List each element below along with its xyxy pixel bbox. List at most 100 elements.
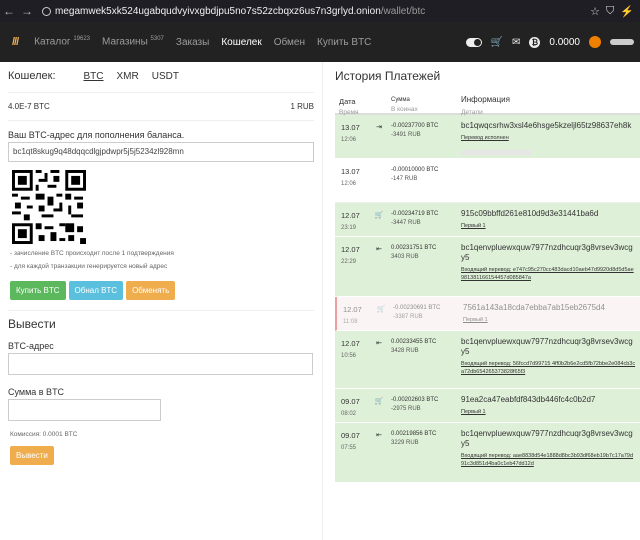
row-info: bc1qenvpluewxquw7977nzdhcuqr3g8vrsev3wcg…: [461, 243, 633, 262]
withdraw-section: Вывести BTC-адрес Сумма в BTC Комиссия: …: [8, 310, 314, 465]
withdraw-address-input[interactable]: [8, 353, 313, 375]
row-type-icon: ⇤: [376, 340, 382, 347]
site-logo[interactable]: ///: [12, 36, 19, 48]
row-date: 09.07: [341, 431, 360, 440]
withdraw-button[interactable]: Вывести: [10, 446, 54, 465]
withdraw-amount-input[interactable]: [8, 399, 161, 421]
col-sum: Сумма: [391, 97, 410, 103]
tab-btc[interactable]: BTC: [84, 71, 104, 82]
row-amount-btc: -0.00230691 BTC: [393, 305, 441, 311]
row-amount-btc: -0.00010000 BTC: [391, 167, 439, 173]
exchange-rate-row: 4.0E-7 BTC 1 RUB: [8, 92, 314, 120]
nav-wallet[interactable]: Кошелек: [221, 37, 261, 48]
star-icon[interactable]: ☆: [590, 5, 600, 18]
nav-shops[interactable]: Магазины 5307: [102, 36, 164, 47]
table-row[interactable]: 09.07 08:02 🛒 -0.00202603 BTC -2975 RUB 91ea2…: [335, 389, 640, 423]
url-path: /wallet/btc: [380, 5, 426, 17]
table-row[interactable]: 12.07 22:29 ⇤ 0.00231751 BTC 3403 RUB bc1qenv…: [335, 237, 640, 297]
row-time: 22:29: [341, 259, 357, 265]
row-detail: Входящий перевод: aae8838d54e1888d8bc3b9…: [461, 453, 634, 467]
table-row[interactable]: 09.07 07:55 ⇤ 0.00219856 BTC 3229 RUB bc1qenv…: [335, 423, 640, 483]
qr-code: [12, 170, 86, 244]
row-amount-btc: 0.00233455 BTC: [391, 339, 437, 345]
note-confirmation: - зачисление BTC происходит после 1 подт…: [10, 250, 174, 257]
history-panel: История Платежей Дата Время Сумма В коинах…: [322, 62, 640, 540]
nav-exchange[interactable]: Обмен: [274, 37, 305, 48]
row-date: 09.07: [341, 397, 360, 406]
row-amount-btc: 0.00231751 BTC: [391, 245, 437, 251]
history-table-header: Дата Время Сумма В коинах Информация Детали: [335, 87, 640, 116]
nav-orders[interactable]: Заказы: [176, 37, 209, 48]
row-date: 13.07: [341, 123, 360, 132]
row-type-icon: 🛒: [374, 398, 384, 405]
row-amount-rub: 3428 RUB: [391, 348, 419, 354]
row-time: 08:02: [341, 411, 357, 417]
bitcoin-icon: ₿: [529, 36, 541, 48]
balance-value: 0.0000: [549, 36, 580, 48]
cashout-btc-button[interactable]: Обнал BTC: [68, 281, 124, 300]
row-detail: Входящий перевод: e747c95c270cc483dacd10…: [461, 267, 634, 281]
rate-btc: 4.0E-7 BTC: [8, 102, 50, 111]
row-date: 13.07: [341, 167, 360, 176]
cart-icon[interactable]: 🛒: [491, 37, 503, 48]
table-row[interactable]: 12.07 11:08 🛒 -0.00230691 BTC -3387 RUB 7561a…: [335, 297, 640, 331]
history-title: История Платежей: [335, 69, 441, 83]
row-type-icon: [371, 159, 387, 202]
tab-usdt[interactable]: USDT: [152, 71, 179, 82]
row-amount-rub: 3403 RUB: [391, 254, 419, 260]
wallet-title: Кошелек:: [8, 70, 56, 82]
row-info: 915c09bbffd261e810d9d3e31441ba6d: [461, 209, 599, 218]
row-date: 12.07: [341, 339, 360, 348]
table-row[interactable]: 12.07 23:19 🛒 -0.00234719 BTC -3447 RUB 915c0…: [335, 203, 640, 237]
table-row[interactable]: 12.07 10:56 ⇤ 0.00233455 BTC 3428 RUB bc1qenv…: [335, 331, 640, 389]
table-row[interactable]: 13.07 12:06 ⇥ -0.00237700 BTC -3491 RUB bc1qw…: [335, 115, 640, 159]
row-time: 10:56: [341, 353, 357, 359]
exchange-button[interactable]: Обменять: [126, 281, 176, 300]
row-amount-rub: -2975 RUB: [391, 406, 421, 412]
withdraw-amount-label: Сумма в BTC: [8, 387, 65, 397]
row-amount-btc: 0.00219856 BTC: [391, 431, 437, 437]
history-rows: 13.07 12:06 ⇥ -0.00237700 BTC -3491 RUB bc1qw…: [335, 115, 640, 483]
row-detail: Перевод исполнен: [461, 135, 509, 141]
extension-icon[interactable]: ⚡: [620, 5, 634, 18]
mail-icon[interactable]: ✉: [512, 37, 520, 48]
shield-icon[interactable]: ⛉: [606, 5, 614, 18]
forward-icon[interactable]: →: [18, 4, 36, 18]
row-info: 91ea2ca47eabfdf843db446fc4c0b2d7: [461, 395, 596, 404]
row-time: 12:06: [341, 181, 357, 187]
col-coins: В коинах: [391, 106, 418, 113]
row-time: 11:08: [343, 319, 358, 325]
address-bar[interactable]: megamwek5xk524ugabqudvyivxgbdjpu5no7s52z…: [42, 2, 590, 20]
row-amount-rub: -3491 RUB: [391, 132, 421, 138]
row-amount-rub: -3387 RUB: [393, 314, 423, 320]
withdraw-title: Вывести: [8, 317, 56, 331]
nav-catalog[interactable]: Каталог 19623: [34, 36, 90, 47]
buy-btc-button[interactable]: Купить BTC: [10, 281, 66, 300]
row-type-icon: 🛒: [376, 306, 386, 313]
row-amount-rub: -3447 RUB: [391, 220, 421, 226]
tab-xmr[interactable]: XMR: [117, 71, 139, 82]
row-detail: Первый 1: [461, 409, 486, 415]
onion-icon: [42, 6, 51, 16]
table-row[interactable]: 13.07 12:06 -0.00010000 BTC -147 RUB: [335, 159, 640, 203]
username-blurred[interactable]: [610, 39, 634, 45]
row-info: bc1qenvpluewxquw7977nzdhcuqr3g8vrsev3wcg…: [461, 337, 633, 356]
col-info: Информация: [461, 95, 510, 104]
nav-buy-btc[interactable]: Купить BTC: [317, 37, 371, 48]
row-detail: Первый 1: [461, 223, 486, 229]
row-info: bc1qenvpluewxquw7977nzdhcuqr3g8vrsev3wcg…: [461, 429, 633, 448]
avatar[interactable]: [589, 36, 601, 48]
withdraw-address-label: BTC-адрес: [8, 341, 54, 351]
row-type-icon: ⇤: [376, 246, 382, 253]
row-amount-btc: -0.00237700 BTC: [391, 123, 439, 129]
deposit-notes: - зачисление BTC происходит после 1 подт…: [10, 247, 314, 273]
row-time: 12:06: [341, 137, 357, 143]
deposit-address-field[interactable]: bc1qt8skug9q48dqqcdlgjpdwpr5j5j5234zl928…: [8, 142, 314, 162]
row-time: 23:19: [341, 225, 357, 231]
back-icon[interactable]: ←: [0, 4, 18, 18]
row-date: 12.07: [341, 211, 360, 220]
row-info: 7561a143a18cda7ebba7ab15eb2675d4: [463, 303, 605, 312]
theme-toggle[interactable]: [465, 37, 482, 47]
row-date: 12.07: [341, 245, 360, 254]
row-amount-rub: 3229 RUB: [391, 440, 419, 446]
